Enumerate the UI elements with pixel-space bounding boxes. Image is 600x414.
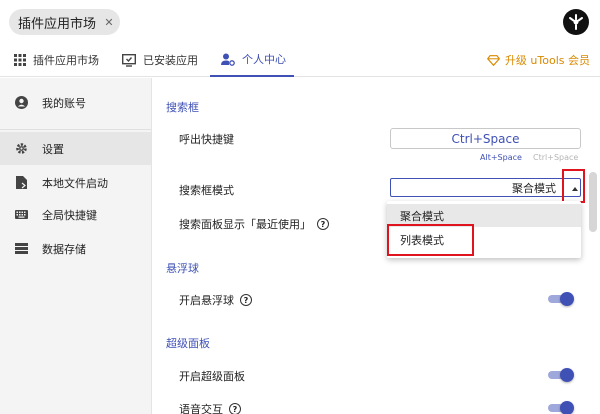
scrollbar[interactable] bbox=[589, 172, 597, 232]
top-search-bar: 插件应用市场 ✕ bbox=[0, 0, 600, 43]
upgrade-link[interactable]: 升级 uTools 会员 bbox=[486, 43, 590, 77]
installed-apps-icon bbox=[122, 53, 136, 67]
sidebar-item-data-storage[interactable]: 数据存储 bbox=[0, 232, 151, 265]
sidebar-item-label: 本地文件启动 bbox=[42, 176, 108, 190]
keyboard-icon bbox=[13, 210, 29, 219]
tab-label: 插件应用市场 bbox=[33, 54, 99, 67]
toggle-knob bbox=[560, 401, 574, 414]
float-ball-toggle[interactable] bbox=[548, 292, 574, 306]
recent-used-row: 搜索面板显示「最近使用」 ? bbox=[179, 216, 329, 232]
section-title-search: 搜索框 bbox=[166, 101, 199, 114]
highlight-box-dropdown-arrow bbox=[562, 169, 585, 203]
help-icon[interactable]: ? bbox=[317, 218, 329, 230]
sidebar-divider bbox=[0, 129, 151, 130]
sidebar-item-label: 我的账号 bbox=[42, 96, 86, 110]
voice-toggle[interactable] bbox=[548, 401, 574, 414]
utools-logo-icon[interactable] bbox=[563, 9, 589, 35]
diamond-icon bbox=[486, 54, 500, 66]
settings-panel: 搜索框 呼出快捷键 Ctrl+Space Alt+Space Ctrl+Spac… bbox=[153, 78, 600, 414]
sidebar-item-label: 设置 bbox=[42, 142, 64, 156]
upgrade-label: 升级 uTools 会员 bbox=[504, 54, 590, 67]
help-icon[interactable]: ? bbox=[240, 294, 252, 306]
account-icon bbox=[13, 96, 29, 109]
search-chip-label: 插件应用市场 bbox=[18, 16, 97, 32]
storage-icon bbox=[13, 243, 29, 254]
voice-label: 语音交互 bbox=[179, 403, 223, 414]
sidebar-item-account[interactable]: 我的账号 bbox=[0, 86, 151, 119]
grid-icon bbox=[14, 54, 26, 66]
sidebar-item-settings[interactable]: 设置 bbox=[0, 132, 151, 165]
float-ball-row: 开启悬浮球 ? bbox=[179, 292, 252, 308]
search-chip[interactable]: 插件应用市场 ✕ bbox=[9, 9, 121, 35]
super-panel-label: 开启超级面板 bbox=[179, 370, 245, 383]
toggle-knob bbox=[560, 368, 574, 382]
hotkey-option-ctrl-space[interactable]: Ctrl+Space bbox=[533, 153, 578, 162]
toggle-knob bbox=[560, 292, 574, 306]
tab-installed[interactable]: 已安装应用 bbox=[122, 43, 202, 77]
voice-row: 语音交互 ? bbox=[179, 401, 241, 414]
help-icon[interactable]: ? bbox=[229, 403, 241, 414]
tab-label: 个人中心 bbox=[242, 53, 286, 66]
file-launch-icon bbox=[13, 176, 29, 189]
sidebar-item-global-hotkey[interactable]: 全局快捷键 bbox=[0, 198, 151, 231]
search-mode-select[interactable]: 聚合模式 bbox=[390, 178, 581, 197]
gear-icon bbox=[13, 142, 29, 155]
tab-personal-center[interactable]: 个人中心 bbox=[210, 43, 294, 77]
search-mode-label: 搜索框模式 bbox=[179, 184, 234, 197]
tab-label: 已安装应用 bbox=[143, 54, 198, 67]
user-settings-icon bbox=[221, 53, 235, 66]
hotkey-label: 呼出快捷键 bbox=[179, 133, 234, 146]
hotkey-option-alt-space[interactable]: Alt+Space bbox=[480, 153, 522, 162]
super-panel-toggle[interactable] bbox=[548, 368, 574, 382]
sidebar: 我的账号 设置 本地文件启动 全局快捷键 数据存储 bbox=[0, 78, 152, 414]
section-title-float-ball: 悬浮球 bbox=[166, 262, 199, 275]
main-tabs: 插件应用市场 已安装应用 个人中心 升级 uTools 会员 bbox=[0, 43, 600, 77]
hotkey-input[interactable]: Ctrl+Space bbox=[390, 128, 581, 149]
float-ball-label: 开启悬浮球 bbox=[179, 294, 234, 307]
close-icon[interactable]: ✕ bbox=[102, 15, 116, 29]
recent-used-label: 搜索面板显示「最近使用」 bbox=[179, 218, 311, 231]
tab-plugin-market[interactable]: 插件应用市场 bbox=[14, 43, 110, 77]
highlight-box-list-mode bbox=[387, 224, 474, 256]
section-title-super-panel: 超级面板 bbox=[166, 337, 210, 350]
sidebar-item-label: 全局快捷键 bbox=[42, 208, 97, 222]
sidebar-item-label: 数据存储 bbox=[42, 242, 86, 256]
sidebar-item-local-file-launch[interactable]: 本地文件启动 bbox=[0, 166, 151, 199]
